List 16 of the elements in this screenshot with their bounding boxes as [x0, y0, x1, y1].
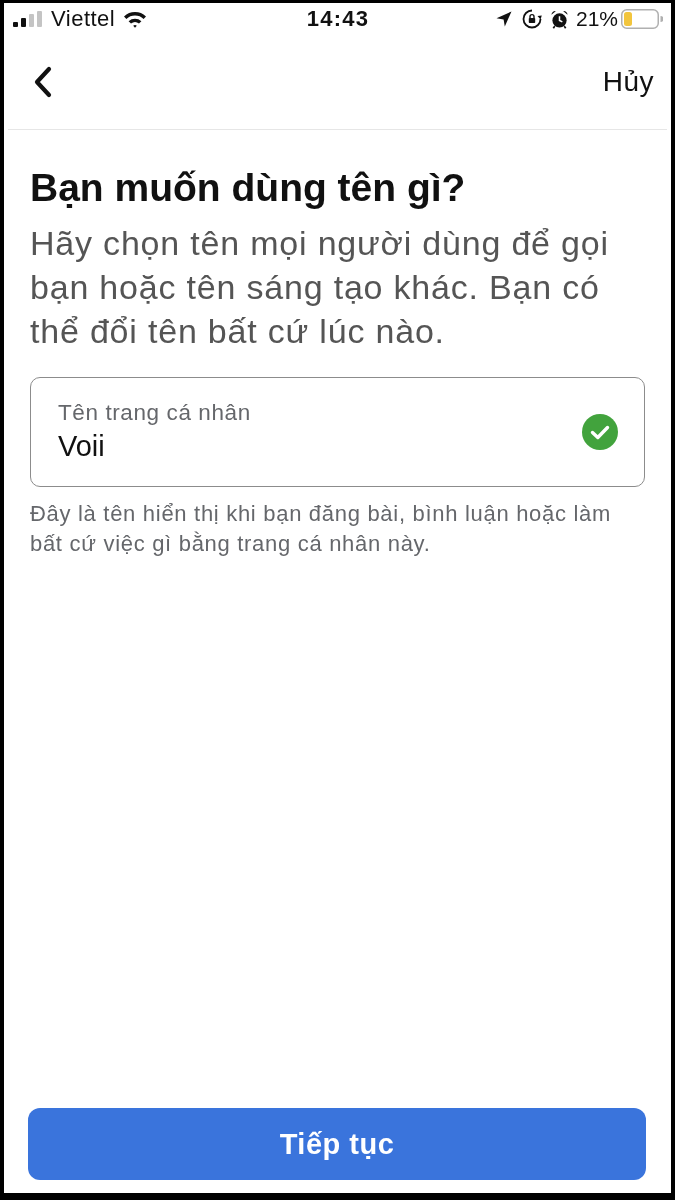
location-arrow-icon	[495, 11, 512, 27]
name-input-field[interactable]: Tên trang cá nhân Voii	[30, 377, 645, 487]
carrier-name: Viettel	[51, 6, 116, 32]
rotation-lock-icon	[521, 9, 542, 29]
alarm-clock-icon	[549, 9, 569, 29]
back-icon[interactable]	[33, 66, 53, 98]
battery-percent: 21%	[575, 6, 618, 32]
cancel-button[interactable]: Hủy	[602, 65, 654, 99]
description-text: Hãy chọn tên mọi người dùng để gọi bạn hoặc tên sáng tạo khác. Bạn có thể đổi tên bất cứ lúc nào.	[30, 223, 610, 352]
helper-text: Đây là tên hiển thị khi bạn đăng bài, bình luận hoặc làm bất cứ việc gì bằng trang cá nhân này.	[30, 500, 612, 558]
status-time: 14:43	[306, 6, 370, 32]
page-heading: Bạn muốn dùng tên gì?	[30, 165, 467, 211]
battery-icon	[621, 9, 663, 29]
wifi-icon	[123, 10, 148, 28]
signal-bars-icon	[13, 11, 43, 27]
continue-button[interactable]: Tiếp tục	[28, 1108, 646, 1180]
